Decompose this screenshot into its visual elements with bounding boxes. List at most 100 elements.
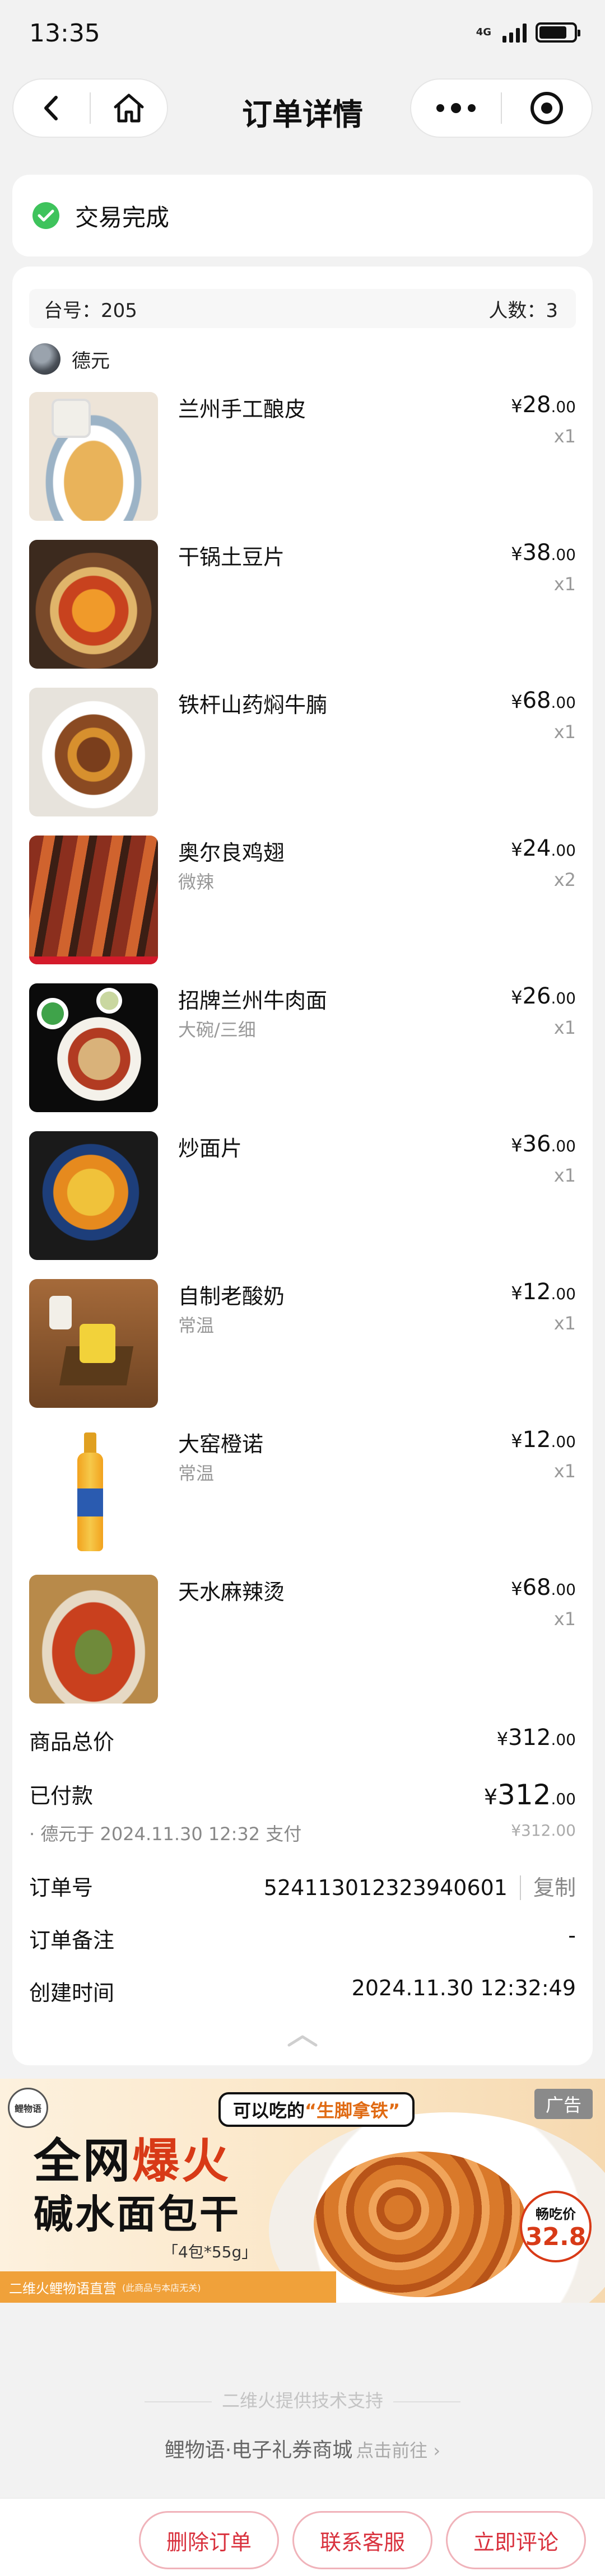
item-spec: 常温 <box>178 1463 215 1484</box>
order-remark-row: 订单备注 - <box>29 1923 576 1954</box>
item-name: 天水麻辣烫 <box>178 1580 285 1604</box>
created-time-row: 创建时间 2024.11.30 12:32:49 <box>29 1976 576 2006</box>
item-price: ¥12.00 <box>511 1427 576 1453</box>
ad-price-badge: 畅吃价 32.8 <box>520 2191 592 2262</box>
item-quantity: x1 <box>553 426 576 447</box>
item-name: 大窑橙诺 <box>178 1432 264 1457</box>
item-spec: 常温 <box>178 1315 215 1336</box>
item-name: 铁杆山药焖牛腩 <box>178 693 328 717</box>
status-bar: 13:35 4G <box>0 0 605 73</box>
total-price-value: ¥312.00 <box>496 1725 576 1751</box>
ad-banner[interactable]: 鲤物语 广告 可以吃的“生脚拿铁” 全网爆火 碱水面包干 「4包*55g」 二维… <box>0 2079 605 2303</box>
item-name: 奥尔良鸡翅 <box>178 841 285 865</box>
item-quantity: x1 <box>553 573 576 595</box>
list-item[interactable]: 自制老酸奶 常温 ¥12.00 x1 <box>29 1279 576 1409</box>
people-count: 人数：3 <box>488 299 558 322</box>
user-row: 德元 <box>29 339 110 379</box>
total-price-label: 商品总价 <box>29 1730 115 1754</box>
order-number-label: 订单号 <box>29 1875 94 1900</box>
check-circle-icon <box>32 202 59 229</box>
item-price: ¥26.00 <box>511 983 576 1009</box>
ad-brand-logo: 鲤物语 <box>8 2088 48 2128</box>
item-quantity: x1 <box>553 1608 576 1630</box>
order-detail-card: 台号：205 人数：3 德元 兰州手工酿皮 ¥28.00 x1 干锅土豆片 ¥3… <box>12 267 593 2065</box>
paid-sub-amount: ¥312.00 <box>511 1821 576 1840</box>
item-price: ¥68.00 <box>511 688 576 713</box>
order-number-value: 524113012323940601 复制 <box>263 1875 576 1900</box>
paid-row: 已付款 ¥312.00 <box>29 1779 576 1811</box>
status-time: 13:35 <box>29 19 100 48</box>
order-status-text: 交易完成 <box>75 203 170 231</box>
item-quantity: x1 <box>553 721 576 743</box>
item-name: 自制老酸奶 <box>178 1284 285 1309</box>
chevron-up-icon <box>287 2035 318 2047</box>
bottom-action-bar: 删除订单 联系客服 立即评论 <box>0 2498 605 2576</box>
dish-image <box>29 836 158 964</box>
ad-headline: 全网爆火 <box>34 2134 231 2188</box>
item-price: ¥24.00 <box>511 836 576 861</box>
signal-icon <box>502 22 527 43</box>
avatar <box>29 343 61 375</box>
nav-right-capsule <box>410 78 593 138</box>
item-price: ¥38.00 <box>511 540 576 566</box>
nav-bar: 订单详情 <box>0 75 605 142</box>
more-button[interactable] <box>411 80 501 137</box>
item-price: ¥12.00 <box>511 1279 576 1305</box>
order-status-card: 交易完成 <box>12 175 593 256</box>
more-dots-icon <box>436 103 476 113</box>
list-item[interactable]: 大窑橙诺 常温 ¥12.00 x1 <box>29 1427 576 1557</box>
list-item[interactable]: 招牌兰州牛肉面 大碗/三细 ¥26.00 x1 <box>29 983 576 1113</box>
dish-image <box>29 983 158 1112</box>
table-number: 台号：205 <box>44 299 137 322</box>
close-miniprogram-button[interactable] <box>502 80 592 137</box>
list-item[interactable]: 铁杆山药焖牛腩 ¥68.00 x1 <box>29 688 576 818</box>
dish-image <box>29 392 158 521</box>
item-name: 炒面片 <box>178 1136 243 1161</box>
ad-tag: 广告 <box>534 2089 593 2119</box>
battery-icon <box>536 22 580 43</box>
collapse-button[interactable] <box>12 2034 593 2047</box>
item-spec: 大碗/三细 <box>178 1019 256 1040</box>
delete-order-button[interactable]: 删除订单 <box>139 2511 279 2569</box>
item-name: 招牌兰州牛肉面 <box>178 988 328 1013</box>
created-time-label: 创建时间 <box>29 1981 115 2005</box>
status-indicators: 4G <box>476 22 580 43</box>
item-price: ¥28.00 <box>511 392 576 418</box>
item-price: ¥68.00 <box>511 1575 576 1600</box>
ad-strip: 二维火鲤物语直营 (此商品与本店无关) <box>0 2271 336 2303</box>
ad-spec: 「4包*55g」 <box>162 2243 258 2261</box>
network-label: 4G <box>476 26 491 38</box>
mall-link[interactable]: 鲤物语·电子礼券商城 点击前往 › <box>0 2434 605 2463</box>
ad-bubble: 可以吃的“生脚拿铁” <box>218 2092 415 2127</box>
list-item[interactable]: 炒面片 ¥36.00 x1 <box>29 1131 576 1261</box>
item-quantity: x1 <box>553 1017 576 1038</box>
paid-note: · 德元于 2024.11.30 12:32 支付 <box>29 1823 302 1845</box>
item-quantity: x2 <box>553 869 576 890</box>
paid-label: 已付款 <box>29 1784 94 1808</box>
table-info-row: 台号：205 人数：3 <box>29 289 576 328</box>
item-name: 兰州手工酿皮 <box>178 397 306 422</box>
list-item[interactable]: 干锅土豆片 ¥38.00 x1 <box>29 540 576 670</box>
dish-image <box>29 1575 158 1704</box>
order-remark-value: - <box>568 1923 576 1948</box>
item-quantity: x1 <box>553 1165 576 1186</box>
list-item[interactable]: 奥尔良鸡翅 微辣 ¥24.00 x2 <box>29 836 576 965</box>
copy-button[interactable]: 复制 <box>519 1875 576 1900</box>
item-spec: 微辣 <box>178 871 215 893</box>
user-name: 德元 <box>72 349 110 372</box>
order-number-row: 订单号 524113012323940601 复制 <box>29 1870 576 1901</box>
paid-note-row: · 德元于 2024.11.30 12:32 支付 ¥312.00 <box>29 1820 576 1846</box>
target-close-icon <box>530 92 563 124</box>
ad-subheadline: 碱水面包干 <box>34 2191 241 2237</box>
item-quantity: x1 <box>553 1313 576 1334</box>
list-item[interactable]: 天水麻辣烫 ¥68.00 x1 <box>29 1575 576 1705</box>
contact-service-button[interactable]: 联系客服 <box>292 2511 432 2569</box>
item-price: ¥36.00 <box>511 1131 576 1157</box>
dish-image <box>29 1427 158 1556</box>
dish-image <box>29 688 158 816</box>
powered-by: 二维火提供技术支持 <box>0 2387 605 2412</box>
dish-image <box>29 1279 158 1408</box>
dish-image <box>29 540 158 669</box>
list-item[interactable]: 兰州手工酿皮 ¥28.00 x1 <box>29 392 576 522</box>
write-review-button[interactable]: 立即评论 <box>446 2511 586 2569</box>
